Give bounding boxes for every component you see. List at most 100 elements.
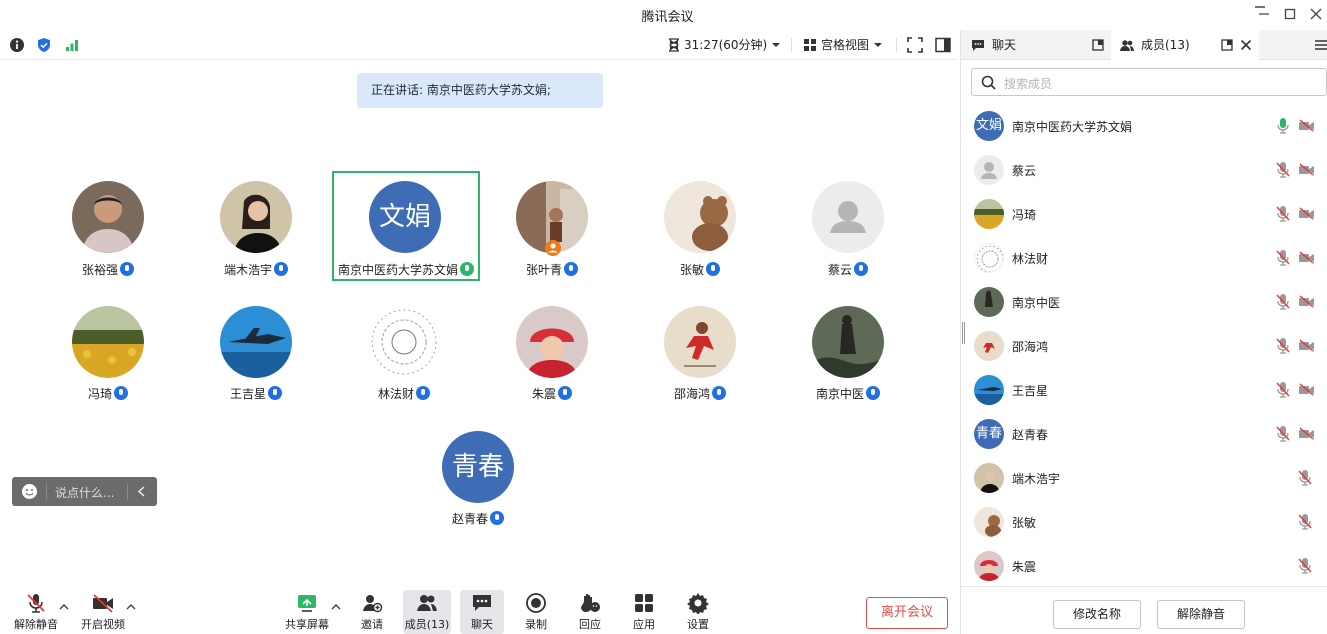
mic-active-icon[interactable]: [1276, 117, 1290, 135]
avatar: 青春: [442, 431, 514, 503]
title-bar: 腾讯会议: [0, 0, 1327, 30]
view-mode-label: 宫格视图: [821, 38, 870, 52]
participant-tile[interactable]: 青春 赵青春: [404, 421, 552, 531]
mic-muted-icon[interactable]: [1276, 161, 1290, 179]
shield-icon[interactable]: [36, 37, 52, 53]
unmute-all-button[interactable]: 解除静音: [1157, 600, 1245, 629]
participant-name: 蔡云: [827, 263, 852, 277]
mic-muted-icon[interactable]: [1276, 293, 1290, 311]
apps-button[interactable]: 应用: [619, 590, 669, 634]
tab-chat-label: 聊天: [992, 38, 1017, 52]
camera-off-icon[interactable]: [1298, 251, 1315, 264]
menu-icon[interactable]: [1314, 39, 1327, 51]
participant-tile[interactable]: 端木浩宇: [182, 172, 330, 282]
participant-tile[interactable]: 朱震: [478, 296, 626, 406]
tab-members-label: 成员(13): [1141, 38, 1190, 52]
fullscreen-icon[interactable]: [907, 37, 923, 53]
member-row[interactable]: 朱震: [961, 544, 1327, 588]
member-row[interactable]: 南京中医: [961, 280, 1327, 324]
member-name: 张敏: [1012, 516, 1037, 530]
emoji-icon[interactable]: [21, 483, 38, 500]
close-button[interactable]: [1305, 6, 1327, 26]
member-row[interactable]: 邵海鸿: [961, 324, 1327, 368]
participant-tile[interactable]: 王吉星: [182, 296, 330, 406]
invite-button[interactable]: 邀请: [347, 590, 397, 634]
member-row[interactable]: 青春 赵青春: [961, 412, 1327, 456]
mic-icon: [706, 262, 720, 276]
participant-tile[interactable]: 张敏: [626, 172, 774, 282]
rename-button[interactable]: 修改名称: [1053, 600, 1141, 629]
close-icon[interactable]: [1240, 39, 1252, 51]
meeting-timer[interactable]: 31:27(60分钟): [668, 36, 781, 53]
member-row[interactable]: 王吉星: [961, 368, 1327, 412]
unmute-button[interactable]: 解除静音: [11, 590, 61, 634]
camera-off-icon[interactable]: [1298, 207, 1315, 220]
participant-tile[interactable]: 蔡云: [774, 172, 922, 282]
chevron-up-icon[interactable]: [126, 603, 136, 614]
camera-off-icon[interactable]: [1298, 295, 1315, 308]
participant-name: 张裕强: [81, 263, 118, 277]
share-screen-button[interactable]: 共享屏幕: [282, 590, 332, 634]
mic-muted-icon[interactable]: [1276, 337, 1290, 355]
chevron-up-icon[interactable]: [331, 603, 341, 614]
tab-chat[interactable]: 聊天: [961, 30, 1111, 60]
participant-tile[interactable]: 冯琦: [34, 296, 182, 406]
mic-muted-icon[interactable]: [1276, 205, 1290, 223]
resize-handle[interactable]: [962, 322, 965, 344]
sidebar-toggle-icon[interactable]: [935, 37, 951, 53]
mic-muted-icon[interactable]: [1298, 469, 1312, 487]
member-row[interactable]: 端木浩宇: [961, 456, 1327, 500]
mic-muted-icon[interactable]: [1276, 425, 1290, 443]
chevron-up-icon[interactable]: [59, 603, 69, 614]
mic-icon: [268, 386, 282, 400]
panel-footer: 修改名称 解除静音: [961, 586, 1327, 634]
chat-button[interactable]: 聊天: [460, 590, 504, 634]
record-icon: [526, 593, 546, 613]
maximize-button[interactable]: [1279, 6, 1301, 26]
participant-tile[interactable]: 张裕强: [34, 172, 182, 282]
member-row[interactable]: 蔡云: [961, 148, 1327, 192]
leave-meeting-button[interactable]: 离开会议: [866, 597, 948, 629]
participant-tile[interactable]: 南京中医: [774, 296, 922, 406]
record-button[interactable]: 录制: [511, 590, 561, 634]
mic-icon: [114, 386, 128, 400]
quick-chat-input[interactable]: 说点什么...: [12, 477, 157, 506]
avatar: [974, 463, 1004, 493]
info-icon[interactable]: [9, 37, 25, 53]
signal-icon[interactable]: [64, 37, 80, 53]
mic-muted-icon[interactable]: [1276, 249, 1290, 267]
member-row[interactable]: 张敏: [961, 500, 1327, 544]
camera-off-icon[interactable]: [1298, 427, 1315, 440]
chevron-left-icon[interactable]: [137, 486, 147, 497]
participant-tile-active-speaker[interactable]: 文娟 南京中医药大学苏文娟: [332, 171, 480, 281]
avatar: [220, 181, 292, 253]
participant-tile[interactable]: 张叶青: [478, 172, 626, 282]
camera-off-icon[interactable]: [1298, 383, 1315, 396]
member-name: 南京中医: [1012, 296, 1061, 310]
camera-off-icon[interactable]: [1298, 339, 1315, 352]
view-mode-dropdown[interactable]: 宫格视图: [803, 36, 883, 53]
hourglass-icon: [669, 37, 679, 52]
camera-off-icon[interactable]: [1298, 163, 1315, 176]
member-row[interactable]: 文娟 南京中医药大学苏文娟: [961, 104, 1327, 148]
mic-muted-icon[interactable]: [1298, 557, 1312, 575]
participant-tile[interactable]: 邵海鸿: [626, 296, 774, 406]
start-video-button[interactable]: 开启视频: [78, 590, 128, 634]
members-button[interactable]: 成员(13): [403, 590, 451, 634]
camera-off-icon[interactable]: [1298, 119, 1315, 132]
search-input[interactable]: 搜索成员: [971, 68, 1327, 96]
mic-muted-icon[interactable]: [1298, 513, 1312, 531]
member-row[interactable]: 冯琦: [961, 192, 1327, 236]
mic-icon: [866, 386, 880, 400]
mic-muted-icon[interactable]: [1276, 381, 1290, 399]
tab-members[interactable]: 成员(13): [1111, 30, 1259, 60]
minimize-button[interactable]: [1253, 6, 1275, 26]
participant-tile[interactable]: 林法财: [330, 296, 478, 406]
settings-button[interactable]: 设置: [673, 590, 723, 634]
react-button[interactable]: 回应: [565, 590, 615, 634]
pop-out-icon[interactable]: [1092, 39, 1104, 51]
member-row[interactable]: 林法财: [961, 236, 1327, 280]
participant-name: 南京中医药大学苏文娟: [337, 263, 458, 277]
mic-icon: [854, 262, 868, 276]
pop-out-icon[interactable]: [1221, 39, 1233, 51]
